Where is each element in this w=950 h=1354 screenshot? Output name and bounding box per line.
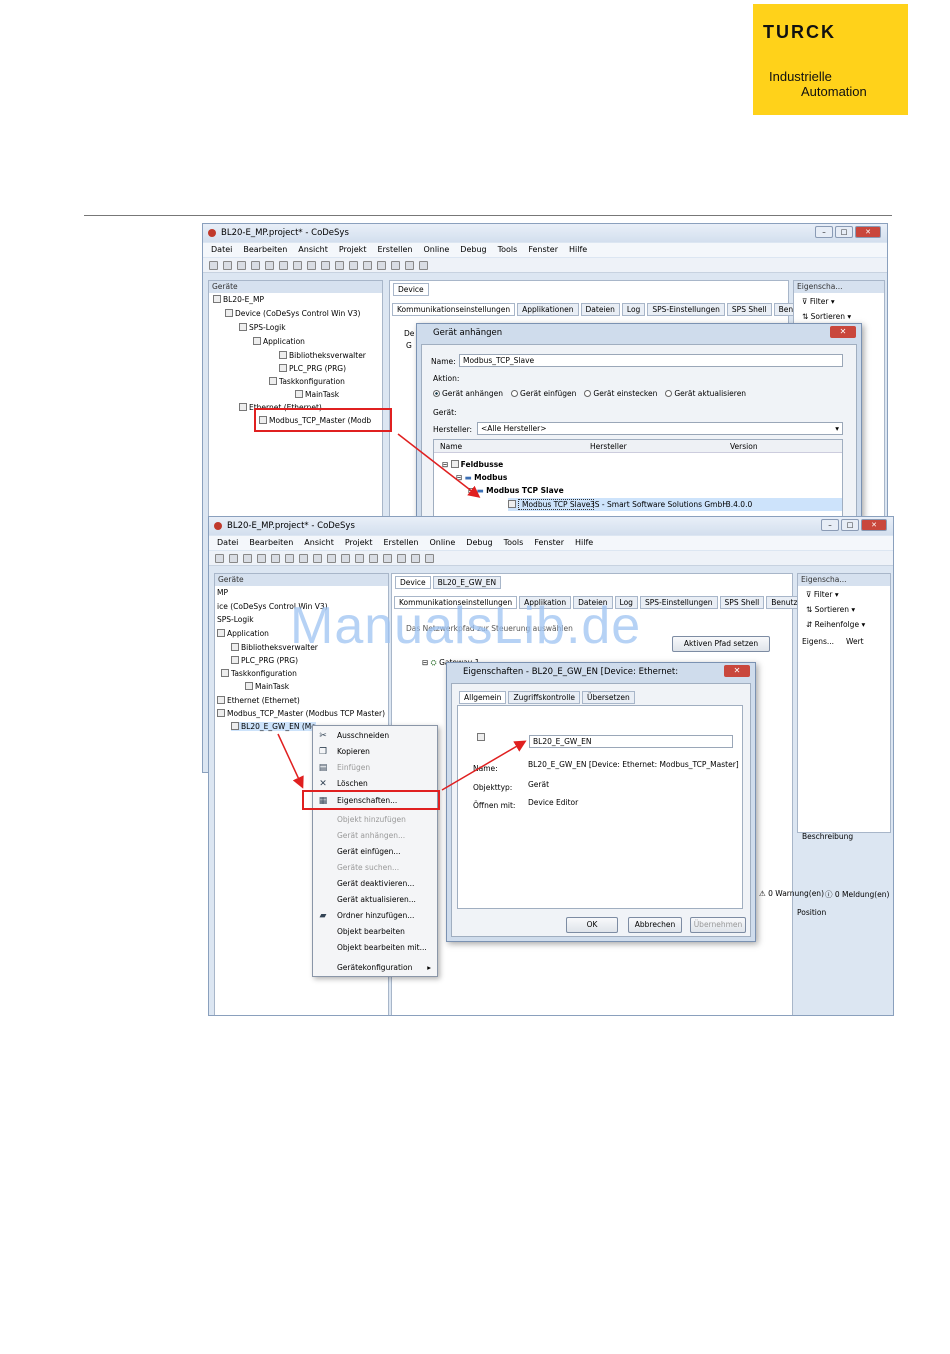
arrow-to-menu	[277, 733, 304, 789]
annotation-arrows	[277, 433, 527, 791]
arrow-to-slave	[397, 433, 481, 498]
watermark: ManualsLib.de	[290, 597, 642, 655]
arrow-to-dialog	[441, 740, 527, 791]
